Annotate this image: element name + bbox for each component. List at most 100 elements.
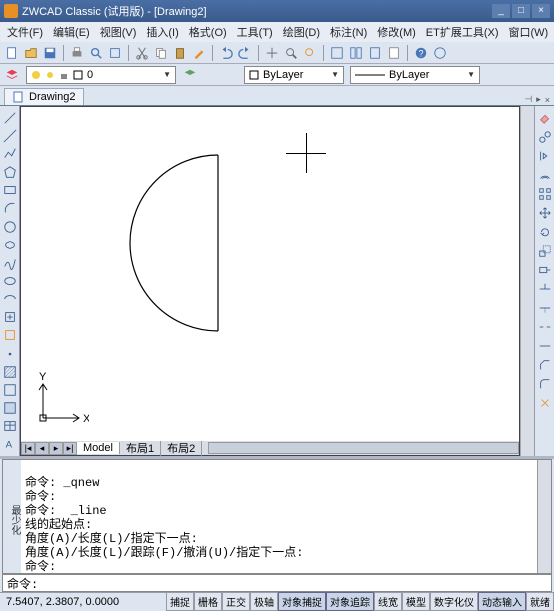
cmd-scrollbar[interactable] <box>537 460 551 573</box>
menu-dim[interactable]: 标注(N) <box>325 22 372 42</box>
tab-nav-last[interactable]: ▸| <box>63 442 77 455</box>
scale-icon[interactable] <box>537 243 553 259</box>
color-combo[interactable]: ByLayer ▼ <box>244 66 344 84</box>
grid-toggle[interactable]: 栅格 <box>194 592 222 611</box>
layout1-tab[interactable]: 布局1 <box>120 440 161 456</box>
doc-tab-drawing2[interactable]: Drawing2 <box>4 88 84 105</box>
polar-toggle[interactable]: 极轴 <box>250 592 278 611</box>
spline-icon[interactable] <box>2 255 18 270</box>
snap-toggle[interactable]: 捕捉 <box>166 592 194 611</box>
cmd-side-label[interactable]: 最少化 <box>3 460 21 573</box>
circle-icon[interactable] <box>2 219 18 234</box>
point-icon[interactable] <box>2 346 18 361</box>
insert-block-icon[interactable] <box>2 310 18 325</box>
tab-nav-prev[interactable]: ◂ <box>35 442 49 455</box>
calc-icon[interactable] <box>386 45 402 61</box>
pan-icon[interactable] <box>264 45 280 61</box>
open-icon[interactable] <box>23 45 39 61</box>
pin-icon[interactable]: ⊣ <box>524 94 532 105</box>
undo-icon[interactable] <box>218 45 234 61</box>
save-icon[interactable] <box>42 45 58 61</box>
layout2-tab[interactable]: 布局2 <box>161 440 202 456</box>
zoom-prev-icon[interactable] <box>302 45 318 61</box>
ellipse-arc-icon[interactable] <box>2 292 18 307</box>
region-icon[interactable] <box>2 401 18 416</box>
info-icon[interactable] <box>432 45 448 61</box>
tab-nav-first[interactable]: |◂ <box>21 442 35 455</box>
hatch-icon[interactable] <box>2 364 18 379</box>
close-button[interactable]: × <box>532 4 550 18</box>
rectangle-icon[interactable] <box>2 183 18 198</box>
menu-modify[interactable]: 修改(M) <box>372 22 421 42</box>
mirror-icon[interactable] <box>537 148 553 164</box>
menu-view[interactable]: 视图(V) <box>95 22 142 42</box>
menu-et[interactable]: ET扩展工具(X) <box>421 22 504 42</box>
stretch-icon[interactable] <box>537 262 553 278</box>
linetype-combo[interactable]: ByLayer ▼ <box>350 66 480 84</box>
model-tab[interactable]: Model <box>77 442 120 454</box>
tab-nav-next[interactable]: ▸ <box>49 442 63 455</box>
layer-manager-icon[interactable] <box>4 67 20 83</box>
menu-file[interactable]: 文件(F) <box>2 22 48 42</box>
offset-icon[interactable] <box>537 167 553 183</box>
ellipse-icon[interactable] <box>2 273 18 288</box>
line-icon[interactable] <box>2 110 18 125</box>
h-scrollbar[interactable] <box>208 442 519 454</box>
cut-icon[interactable] <box>134 45 150 61</box>
new-icon[interactable] <box>4 45 20 61</box>
extend-icon[interactable] <box>537 300 553 316</box>
join-icon[interactable] <box>537 338 553 354</box>
design-center-icon[interactable] <box>348 45 364 61</box>
coords-readout[interactable]: 7.5407, 2.3807, 0.0000 <box>0 596 140 608</box>
menu-format[interactable]: 格式(O) <box>184 22 232 42</box>
tab-close-icon[interactable]: × <box>545 95 550 105</box>
menu-draw[interactable]: 绘图(D) <box>278 22 325 42</box>
chamfer-icon[interactable] <box>537 357 553 373</box>
menu-insert[interactable]: 插入(I) <box>141 22 183 42</box>
rotate-icon[interactable] <box>537 224 553 240</box>
lweight-toggle[interactable]: 线宽 <box>374 592 402 611</box>
dyn-toggle[interactable]: 动态输入 <box>478 592 526 611</box>
dropdown-icon[interactable]: ▸ <box>536 94 541 105</box>
help-icon[interactable]: ? <box>413 45 429 61</box>
array-icon[interactable] <box>537 186 553 202</box>
menu-window[interactable]: 窗口(W) <box>504 22 554 42</box>
arc-icon[interactable] <box>2 201 18 216</box>
layer-combo[interactable]: 0 ▼ <box>26 66 176 84</box>
tablet-toggle[interactable]: 数字化仪 <box>430 592 478 611</box>
copy-obj-icon[interactable] <box>537 129 553 145</box>
canvas[interactable]: Y X <box>21 107 519 441</box>
break-icon[interactable] <box>537 319 553 335</box>
layer-prev-icon[interactable] <box>182 67 198 83</box>
mtext-icon[interactable]: A <box>2 437 18 452</box>
copy-icon[interactable] <box>153 45 169 61</box>
command-input-row[interactable]: 命令: <box>2 574 552 592</box>
v-scrollbar[interactable] <box>520 106 534 456</box>
table-icon[interactable] <box>2 419 18 434</box>
model-toggle[interactable]: 模型 <box>402 592 430 611</box>
otrack-toggle[interactable]: 对象追踪 <box>326 592 374 611</box>
erase-icon[interactable] <box>537 110 553 126</box>
zoom-icon[interactable] <box>283 45 299 61</box>
print-icon[interactable] <box>69 45 85 61</box>
explode-icon[interactable] <box>537 395 553 411</box>
menu-tools[interactable]: 工具(T) <box>232 22 278 42</box>
preview-icon[interactable] <box>88 45 104 61</box>
make-block-icon[interactable] <box>2 328 18 343</box>
ortho-toggle[interactable]: 正交 <box>222 592 250 611</box>
gradient-icon[interactable] <box>2 382 18 397</box>
minimize-button[interactable]: _ <box>492 4 510 18</box>
tool-palettes-icon[interactable] <box>367 45 383 61</box>
xline-icon[interactable] <box>2 128 18 143</box>
command-text[interactable]: 命令: _qnew 命令: 命令: _line 线的起始点: 角度(A)/长度(… <box>21 460 537 573</box>
paste-icon[interactable] <box>172 45 188 61</box>
redo-icon[interactable] <box>237 45 253 61</box>
trim-icon[interactable] <box>537 281 553 297</box>
polyline-icon[interactable] <box>2 146 18 161</box>
fillet-icon[interactable] <box>537 376 553 392</box>
props-icon[interactable] <box>329 45 345 61</box>
move-icon[interactable] <box>537 205 553 221</box>
osnap-toggle[interactable]: 对象捕捉 <box>278 592 326 611</box>
maximize-button[interactable]: □ <box>512 4 530 18</box>
menu-edit[interactable]: 编辑(E) <box>48 22 95 42</box>
